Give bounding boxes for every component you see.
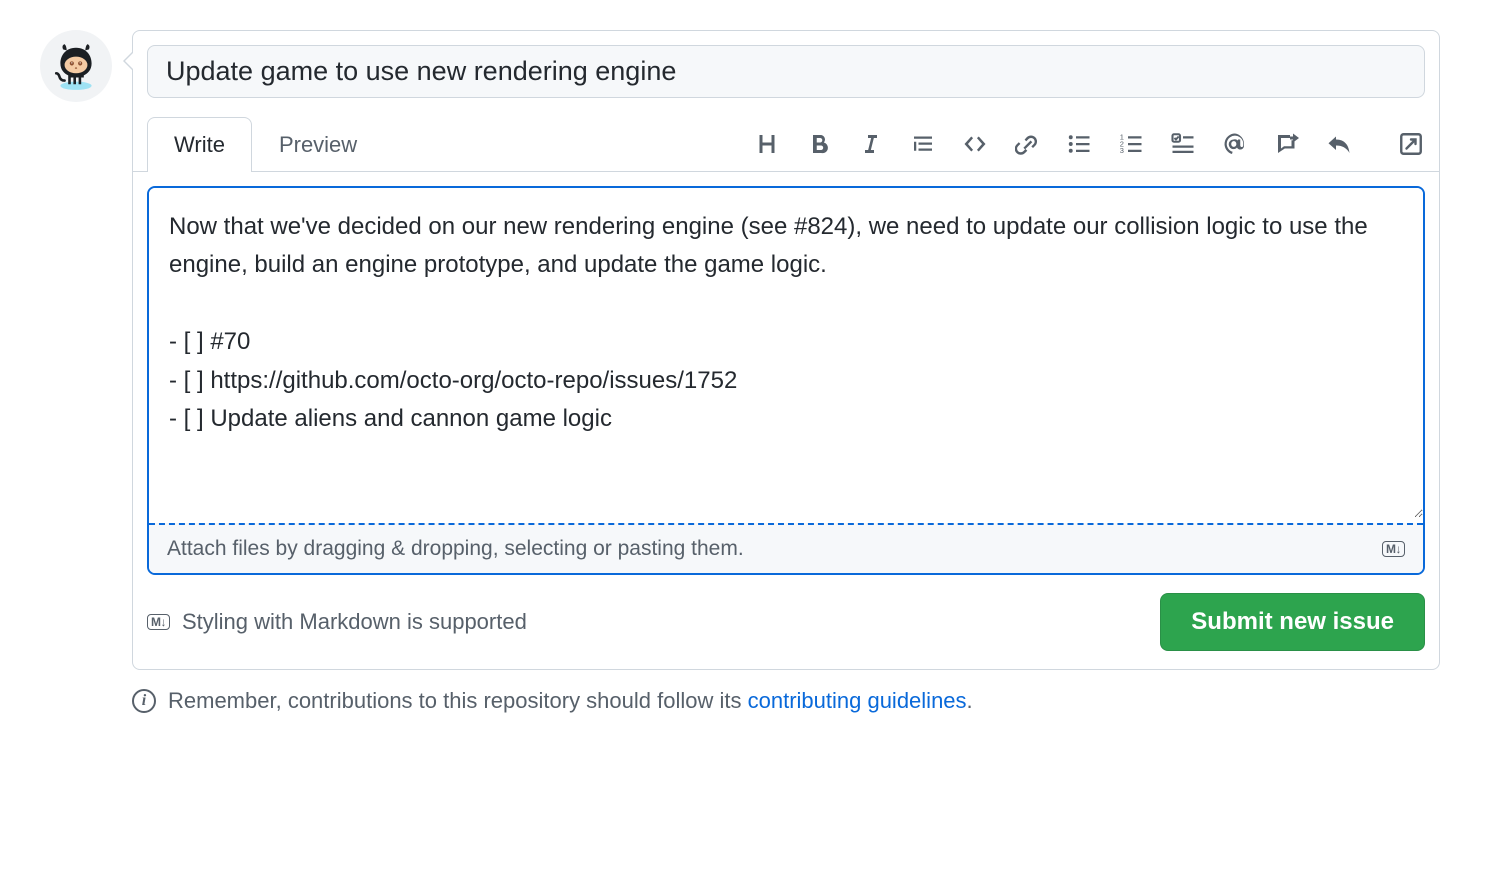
info-icon: i [132, 689, 156, 713]
body-textarea[interactable] [149, 188, 1423, 518]
heading-icon[interactable] [753, 130, 781, 158]
attach-files-bar[interactable]: Attach files by dragging & dropping, sel… [149, 523, 1423, 573]
issue-form: Write Preview [132, 30, 1440, 670]
tab-preview[interactable]: Preview [252, 117, 384, 172]
tab-write[interactable]: Write [147, 117, 252, 172]
mention-icon[interactable] [1221, 130, 1249, 158]
reply-icon[interactable] [1325, 130, 1353, 158]
editor-container: Attach files by dragging & dropping, sel… [147, 186, 1425, 575]
attach-hint-text: Attach files by dragging & dropping, sel… [167, 537, 744, 561]
link-icon[interactable] [1013, 130, 1041, 158]
contrib-text-suffix: . [967, 688, 973, 713]
cross-reference-icon[interactable] [1273, 130, 1301, 158]
formatting-toolbar: 123 [753, 130, 1425, 158]
ordered-list-icon[interactable]: 123 [1117, 130, 1145, 158]
bold-icon[interactable] [805, 130, 833, 158]
markdown-badge-icon: M↓ [147, 614, 170, 630]
quote-icon[interactable] [909, 130, 937, 158]
submit-button[interactable]: Submit new issue [1160, 593, 1425, 651]
markdown-badge-icon: M↓ [1382, 541, 1405, 557]
expand-icon[interactable] [1397, 130, 1425, 158]
editor-tabs-row: Write Preview [133, 116, 1439, 172]
markdown-hint: Styling with Markdown is supported [182, 609, 527, 635]
contrib-text-prefix: Remember, contributions to this reposito… [168, 688, 748, 713]
svg-text:3: 3 [1120, 146, 1124, 155]
form-footer: M↓ Styling with Markdown is supported Su… [133, 589, 1439, 669]
task-list-icon[interactable] [1169, 130, 1197, 158]
title-input[interactable] [147, 45, 1425, 98]
octocat-icon [50, 40, 102, 92]
contributing-guidelines-link[interactable]: contributing guidelines [748, 688, 967, 713]
unordered-list-icon[interactable] [1065, 130, 1093, 158]
contributing-note: i Remember, contributions to this reposi… [132, 688, 1446, 714]
code-icon[interactable] [961, 130, 989, 158]
italic-icon[interactable] [857, 130, 885, 158]
avatar[interactable] [40, 30, 112, 102]
